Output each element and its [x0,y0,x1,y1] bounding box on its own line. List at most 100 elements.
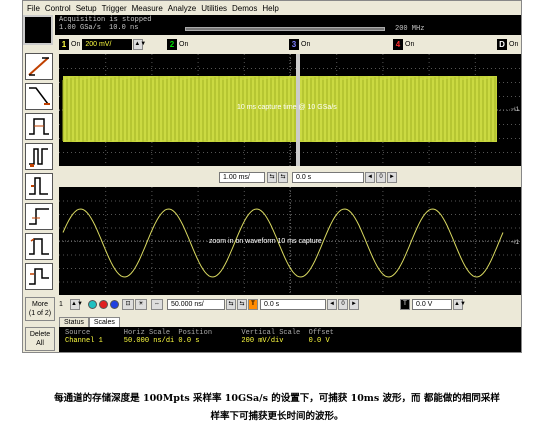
main-timebase-row: 1.00 ms/ ⇆ ⇆ 0.0 s ◄ 0 ► [59,170,521,184]
more-button[interactable]: More (1 of 2) [25,297,55,321]
more-label: More [32,301,48,308]
main-annotation: 10 ms capture time @ 10 GSa/s [237,104,337,111]
zoom-waveform-display[interactable]: zoom in on waveform 10 ms capture ⊣1 [59,187,521,295]
glitch-trigger-button[interactable] [25,143,53,170]
channel-4-control[interactable]: 4 On [393,39,414,50]
main-position-zero[interactable]: 0 [376,171,386,183]
digital-channel-label[interactable]: D [497,39,507,50]
main-timebase-spinner-2[interactable]: ⇆ [278,171,288,183]
zoom-timebase-scale[interactable]: 50.000 ns/ [167,298,225,310]
left-toolbar [25,53,55,293]
scales-panel: Source Horiz Scale Position Vertical Sca… [59,327,521,352]
mask-icon[interactable]: ⊡ [122,298,134,310]
zoom-position-zero[interactable]: 0 [338,298,348,310]
zoom-position-right[interactable]: ► [349,298,359,310]
setup-hold-trigger-button[interactable] [25,203,53,230]
channel-2-state[interactable]: On [179,41,188,48]
transition-icon [29,238,49,255]
trigger-level-spinner[interactable]: ▲▼ [453,298,466,310]
channel-1-scale[interactable]: 200 mV/ [82,39,133,50]
runt-icon [29,177,48,195]
menu-analyze[interactable]: Analyze [168,4,196,13]
runt-trigger-button[interactable] [25,173,53,200]
channel-row: 1 On 200 mV/ ▲▼ 2 On 3 On 4 On D On [59,37,521,53]
horizontal-zoom-icon[interactable]: ⇔ [151,298,163,310]
glitch-icon [29,148,48,167]
zoom-position-left[interactable]: ◄ [327,298,337,310]
channel-4-state[interactable]: On [405,41,414,48]
channel-2-control[interactable]: 2 On [167,39,188,50]
channel-4-number[interactable]: 4 [393,39,403,50]
sun-icon[interactable]: ☀ [135,298,147,310]
digital-channel-control[interactable]: D On [497,39,518,50]
status-tabs: Status Scales [59,317,120,327]
channel-1-state[interactable]: On [71,41,80,48]
tab-scales[interactable]: Scales [88,317,120,327]
tab-status[interactable]: Status [59,317,89,327]
menu-measure[interactable]: Measure [132,4,163,13]
zoom-scale-spinner-2[interactable]: ⇆ [237,298,247,310]
color-dot-blue[interactable] [110,299,119,309]
menu-help[interactable]: Help [262,4,278,13]
zoom-annotation: zoom in on waveform 10 ms capture [209,238,322,245]
delete-label: Delete [29,331,51,338]
transition-trigger-button[interactable] [25,233,53,260]
main-waveform-display[interactable]: 10 ms capture time @ 10 GSa/s ⊣1 [59,54,521,166]
main-position-left[interactable]: ◄ [365,171,375,183]
window-icon [29,268,49,285]
menu-control[interactable]: Control [45,4,71,13]
bandwidth: 200 MHz [395,25,425,33]
zoom-timebase-position[interactable]: 0.0 s [260,298,326,310]
trigger-label[interactable]: T [400,298,410,310]
acquisition-status-panel: Acquisition is stopped 1.00 GSa/s 10.0 n… [55,15,521,35]
channel-1-control[interactable]: 1 On 200 mV/ ▲▼ [59,39,146,50]
setup-hold-icon [29,208,49,225]
acquisition-status: Acquisition is stopped [59,16,152,24]
main-timebase-position[interactable]: 0.0 s [292,171,364,183]
delete-all-button[interactable]: Delete All [25,327,55,351]
memory-bar [185,27,385,31]
menu-bar: File Control Setup Trigger Measure Analy… [23,1,521,15]
channel-1-number[interactable]: 1 [59,39,69,50]
menu-trigger[interactable]: Trigger [102,4,127,13]
main-position-right[interactable]: ► [387,171,397,183]
color-dot-cyan[interactable] [88,299,97,309]
run-stop-indicator[interactable] [23,15,53,45]
trigger-t-marker[interactable]: T [248,298,258,310]
falling-edge-icon [29,87,50,105]
channel-2-number[interactable]: 2 [167,39,177,50]
rising-edge-icon [28,57,49,76]
pulse-icon [29,118,49,135]
digital-channel-state[interactable]: On [509,41,518,48]
channel-3-state[interactable]: On [301,41,310,48]
main-timebase-scale[interactable]: 1.00 ms/ [219,171,265,183]
caption-line-1: 每通道的存储深度是 100Mpts 采样率 10GSa/s 的设置下，可捕获 1… [54,393,500,404]
zoom-trigger-level-marker[interactable]: ⊣1 [510,239,519,246]
channel-1-scale-spinner[interactable]: ▲▼ [133,39,146,50]
more-sub-label: (1 of 2) [28,310,52,317]
trigger-level[interactable]: 0.0 V [412,298,452,310]
color-dot-red[interactable] [99,299,108,309]
falling-edge-trigger-button[interactable] [25,83,53,110]
window-trigger-button[interactable] [25,263,53,290]
scales-header: Source Horiz Scale Position Vertical Sca… [65,329,334,337]
pulse-width-trigger-button[interactable] [25,113,53,140]
channel-3-number[interactable]: 3 [289,39,299,50]
rising-edge-trigger-button[interactable] [25,53,53,80]
menu-file[interactable]: File [27,4,40,13]
source-channel[interactable]: 1 [59,301,69,308]
oscilloscope-window: File Control Setup Trigger Measure Analy… [22,0,522,353]
menu-setup[interactable]: Setup [76,4,97,13]
caption-line-2: 样率下可捕获更长时间的波形。 [210,411,344,422]
main-timebase-spinner[interactable]: ⇆ [267,171,277,183]
menu-utilities[interactable]: Utilities [201,4,227,13]
source-spinner[interactable]: ▲▼ [70,298,83,310]
caption: 每通道的存储深度是 100Mpts 采样率 10GSa/s 的设置下，可捕获 1… [22,390,532,426]
scales-row-channel-1: Channel 1 50.000 ns/di 0.0 s 200 mV/div … [65,337,330,345]
menu-demos[interactable]: Demos [232,4,257,13]
delete-sub-label: All [36,340,44,347]
channel-3-control[interactable]: 3 On [289,39,310,50]
main-trigger-level-marker[interactable]: ⊣1 [510,106,519,113]
time-per-div: 10.0 ns [109,24,139,32]
zoom-scale-spinner[interactable]: ⇆ [226,298,236,310]
